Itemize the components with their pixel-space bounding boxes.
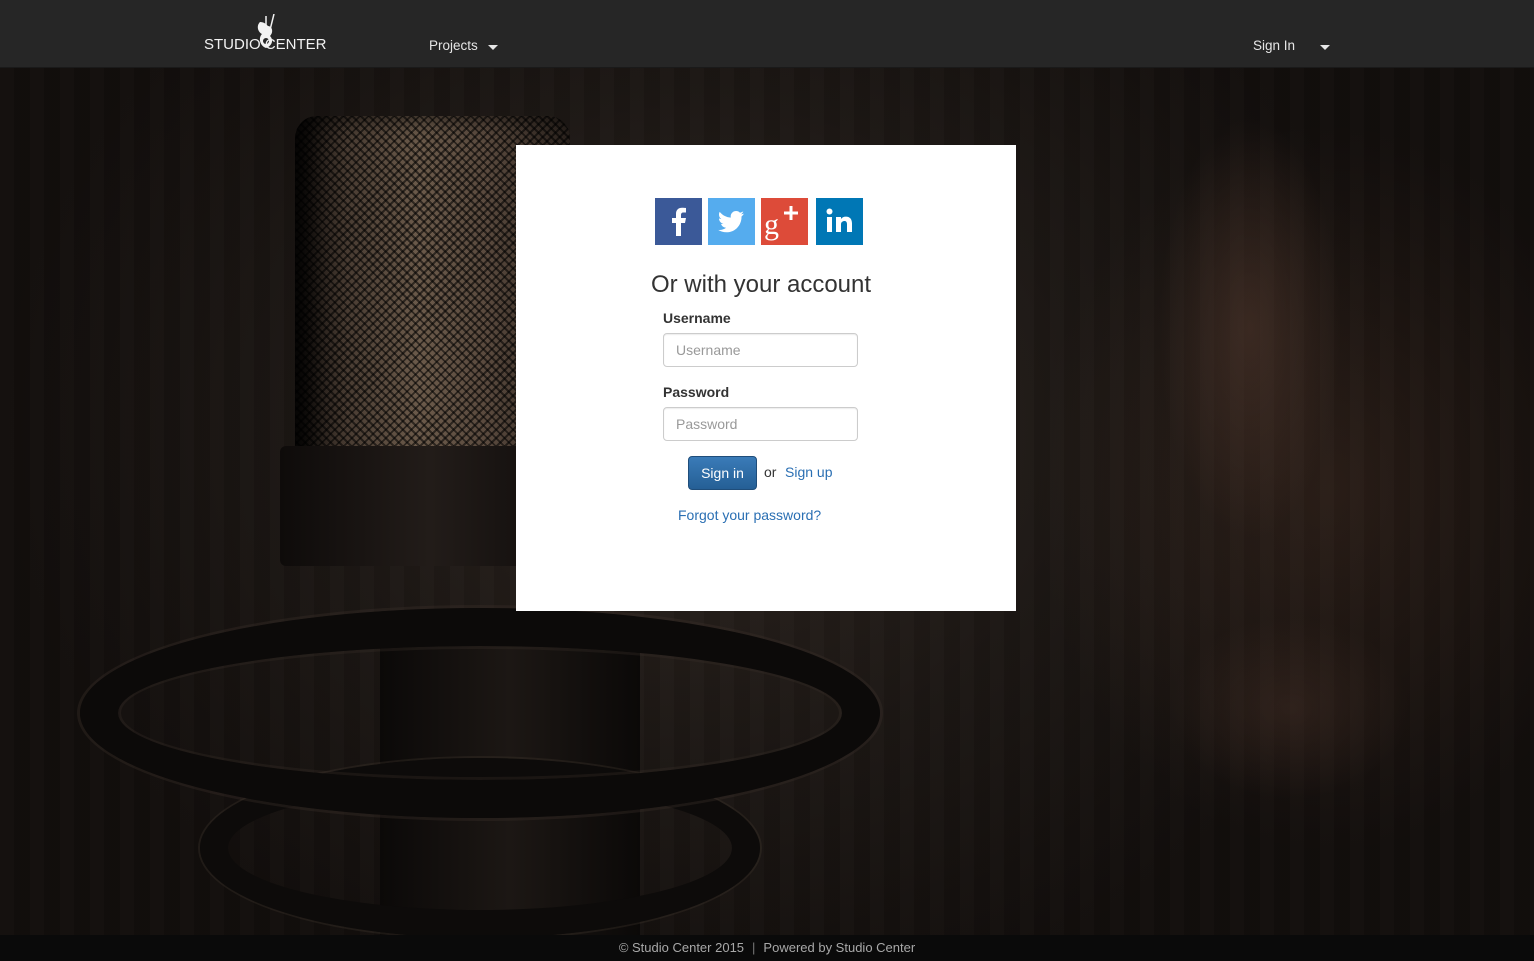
or-separator: or (764, 464, 777, 480)
chevron-down-icon[interactable] (488, 45, 498, 50)
svg-text:g: g (764, 208, 779, 241)
footer-copyright: © Studio Center 2015 (618, 940, 745, 955)
google-plus-login-button[interactable]: g (761, 198, 808, 245)
login-card: g Or with your account Username Password… (516, 145, 1016, 611)
password-label: Password (663, 384, 730, 400)
linkedin-login-button[interactable] (816, 198, 863, 245)
login-heading: Or with your account (650, 271, 872, 298)
username-label: Username (663, 310, 731, 326)
brand-name: STUDIO CENTER (204, 36, 327, 53)
page-footer: © Studio Center 2015 | Powered by Studio C… (0, 935, 1534, 961)
mic-shock-mount (80, 608, 880, 818)
nav-projects[interactable]: Projects (429, 38, 478, 53)
sign-up-link[interactable]: Sign up (785, 464, 832, 480)
linkedin-icon (816, 198, 863, 245)
chevron-down-icon[interactable] (1320, 45, 1330, 50)
password-field[interactable] (663, 407, 858, 441)
brand-logo[interactable]: STUDIO CENTER (204, 14, 334, 54)
footer-separator: | (752, 940, 756, 955)
top-navbar: STUDIO CENTER Projects Sign In (0, 0, 1534, 68)
nav-sign-in[interactable]: Sign In (1253, 38, 1295, 53)
twitter-login-button[interactable] (708, 198, 755, 245)
background-blur (1100, 68, 1534, 935)
google-plus-icon: g (761, 198, 808, 245)
sign-in-button[interactable]: Sign in (688, 456, 757, 490)
twitter-icon (708, 198, 755, 245)
facebook-icon (655, 198, 702, 245)
facebook-login-button[interactable] (655, 198, 702, 245)
footer-powered-by: Powered by Studio Center (763, 940, 916, 955)
forgot-password-link[interactable]: Forgot your password? (678, 507, 821, 523)
username-field[interactable] (663, 333, 858, 367)
